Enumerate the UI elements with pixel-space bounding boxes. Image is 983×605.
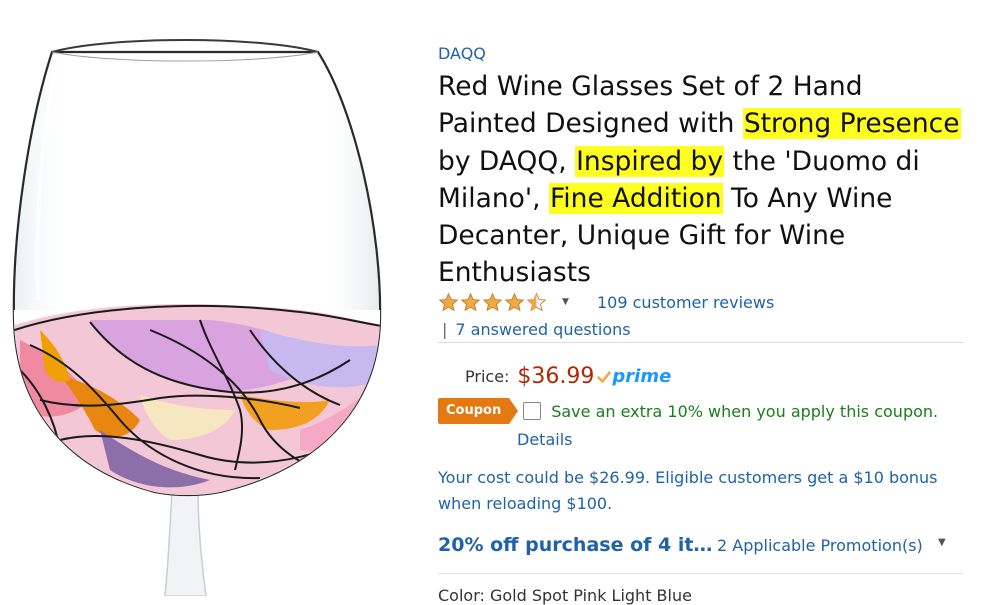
price-label: Price: (465, 367, 510, 386)
star-icons (438, 292, 548, 313)
star-icon (460, 292, 481, 311)
promotion-row[interactable]: 20% off purchase of 4 it… 2 Applicable P… (438, 530, 958, 560)
title-highlight-1: Strong Presence (742, 108, 961, 140)
prime-check-icon (597, 370, 612, 383)
product-title: Red Wine Glasses Set of 2 Hand Painted D… (438, 68, 968, 292)
coupon-checkbox[interactable] (523, 402, 542, 420)
answered-questions: | 7 answered questions (438, 320, 631, 339)
separator: | (442, 320, 448, 339)
your-cost-text[interactable]: Your cost could be $26.99. Eligible cust… (438, 465, 958, 517)
star-rating[interactable]: ▼ (438, 290, 569, 314)
title-highlight-3: Fine Addition (548, 182, 723, 214)
star-icon (482, 292, 503, 311)
prime-badge: prime (597, 366, 671, 387)
title-highlight-2: Inspired by (575, 145, 725, 177)
applicable-promotions-link[interactable]: 2 Applicable Promotion(s) (717, 536, 923, 555)
customer-reviews-link[interactable]: 109 customer reviews (597, 293, 774, 312)
product-image[interactable] (0, 0, 420, 597)
half-star-icon (526, 292, 547, 311)
star-icon (504, 292, 525, 311)
title-text-2: by DAQQ, (438, 145, 576, 177)
promotion-headline[interactable]: 20% off purchase of 4 it… (438, 534, 712, 556)
chevron-down-icon[interactable]: ▼ (938, 537, 946, 548)
chevron-down-icon[interactable]: ▼ (562, 297, 569, 307)
star-icon (438, 292, 459, 311)
price-value: $36.99 (517, 364, 595, 389)
coupon-text: Save an extra 10% when you apply this co… (551, 401, 939, 421)
coupon-row: Coupon Save an extra 10% when you apply … (438, 398, 938, 424)
coupon-details-link[interactable]: Details (517, 430, 572, 449)
wine-glass-illustration (12, 39, 382, 597)
brand-link[interactable]: DAQQ (438, 44, 486, 63)
divider (438, 342, 963, 343)
coupon-badge: Coupon (438, 398, 519, 424)
answered-questions-link[interactable]: 7 answered questions (455, 320, 630, 339)
price-row: Price: $36.99 prime (465, 364, 671, 389)
divider (438, 573, 963, 574)
prime-label: prime (612, 366, 672, 387)
